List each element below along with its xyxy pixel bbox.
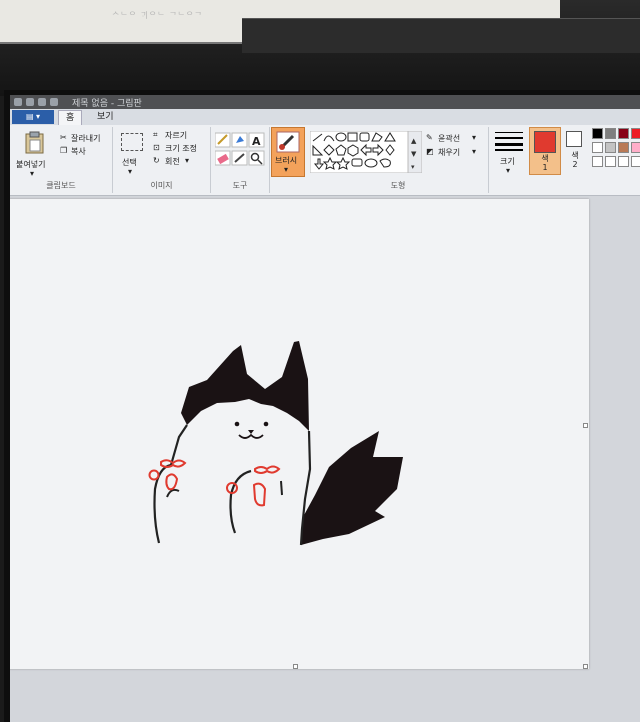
select-dropdown-icon[interactable]: ▾: [128, 167, 132, 176]
resize-handle-bottom[interactable]: [293, 664, 298, 669]
resize-handle-right[interactable]: [583, 423, 588, 428]
palette-swatch[interactable]: [618, 128, 629, 139]
palette-swatch[interactable]: [605, 156, 616, 167]
color2-label: 색 2: [571, 151, 579, 169]
clipboard-group-label: 클립보드: [46, 181, 76, 190]
copy-button[interactable]: 복사: [71, 146, 86, 157]
svg-text:▼: ▼: [411, 150, 417, 158]
background-window-bar: [242, 18, 640, 53]
crop-icon[interactable]: ⌗: [153, 130, 158, 140]
rotate-icon[interactable]: ↻: [153, 156, 160, 165]
line-size-icon: [495, 132, 523, 151]
brushes-button[interactable]: 브러시 ▾: [271, 127, 305, 177]
tools-group: A 도구: [211, 127, 270, 193]
svg-text:▲: ▲: [411, 137, 417, 145]
copy-icon[interactable]: ❐: [60, 146, 67, 155]
palette-swatch[interactable]: [605, 128, 616, 139]
palette-swatch[interactable]: [592, 128, 603, 139]
tools-icons: A: [215, 132, 265, 166]
save-icon[interactable]: [26, 98, 34, 106]
color2-button[interactable]: 색 2: [563, 127, 589, 173]
cat-head-fur: [181, 341, 309, 431]
drawing-canvas[interactable]: [10, 199, 589, 669]
color1-swatch: [534, 131, 556, 153]
cat-right-arm: [229, 469, 252, 534]
palette-swatch[interactable]: [631, 128, 640, 139]
resize-handle-corner[interactable]: [583, 664, 588, 669]
paste-dropdown-icon[interactable]: ▾: [30, 169, 34, 178]
svg-text:A: A: [252, 135, 261, 148]
size-dropdown-icon: ▾: [506, 166, 511, 175]
ribbon: 붙여넣기 ▾ ✂ 잘라내기 ❐ 복사 클립보드 선택 ▾ ⌗ 자르기 ⊡ 크기 …: [10, 125, 640, 196]
cat-nose: [248, 430, 254, 434]
cat-tail: [301, 431, 403, 545]
outline-dropdown-icon[interactable]: ▾: [472, 133, 476, 142]
undo-icon[interactable]: [38, 98, 46, 106]
canvas-area: [10, 196, 640, 722]
fill-button[interactable]: 채우기: [438, 147, 460, 158]
outline-button[interactable]: 윤곽선: [438, 133, 460, 144]
color1-button[interactable]: 색 1: [529, 127, 561, 175]
palette-swatch[interactable]: [618, 156, 629, 167]
brush-icon: [276, 131, 300, 153]
cat-left-paw-line: [166, 488, 180, 498]
file-menu-button[interactable]: ▤ ▾: [12, 110, 54, 124]
rotate-dropdown-icon[interactable]: ▾: [185, 156, 189, 165]
color2-swatch: [566, 131, 582, 147]
cut-button[interactable]: 잘라내기: [71, 133, 100, 144]
title-bar: 제목 없음 - 그림판: [10, 95, 640, 109]
shapes-group-label: 도형: [390, 181, 406, 190]
shapes-group: ▲ ▼ ▾ ✎ 윤곽선 ▾ ◩ 채우기 ▾ 도형: [308, 127, 489, 193]
cat-left-outline: [169, 424, 188, 466]
cat-right-paw-line: [280, 480, 283, 496]
select-icon[interactable]: [121, 133, 143, 151]
window-title: 제목 없음 - 그림판: [72, 98, 142, 109]
palette-swatch[interactable]: [618, 142, 629, 153]
palette-swatch[interactable]: [631, 142, 640, 153]
background-window-text: ᄉᄂᄋ ᄀᆡᄋᄂ ᄀᄂᄋᄀ: [112, 11, 203, 20]
size-button[interactable]: 크기 ▾: [492, 127, 526, 187]
cat-right-eye: [263, 421, 269, 427]
palette-swatch[interactable]: [605, 142, 616, 153]
rotate-button[interactable]: 회전: [165, 156, 180, 167]
shapes-gallery[interactable]: ▲ ▼ ▾: [310, 131, 422, 173]
cat-drawing: [148, 341, 403, 546]
palette-swatch[interactable]: [592, 156, 603, 167]
resize-button[interactable]: 크기 조정: [165, 143, 197, 154]
cut-icon[interactable]: ✂: [60, 133, 67, 142]
tab-home[interactable]: 홈: [58, 110, 83, 126]
paint-window: 제목 없음 - 그림판 ▤ ▾ 홈 보기 붙여넣기 ▾ ✂ 잘라내기 ❐ 복사 …: [10, 95, 640, 722]
fill-shape-icon[interactable]: ◩: [426, 147, 434, 156]
red-paw-marks: [148, 459, 281, 507]
brushes-dropdown-icon: ▾: [284, 165, 289, 174]
color1-label: 색 1: [541, 154, 549, 172]
image-group-label: 이미지: [150, 181, 173, 190]
app-icon: [14, 98, 22, 106]
redo-icon[interactable]: [50, 98, 58, 106]
crop-button[interactable]: 자르기: [165, 130, 187, 141]
resize-icon[interactable]: ⊡: [153, 143, 160, 152]
ribbon-tabs: ▤ ▾ 홈 보기: [10, 109, 640, 126]
image-group: 선택 ▾ ⌗ 자르기 ⊡ 크기 조정 ↻ 회전 ▾ 이미지: [113, 127, 211, 193]
palette-swatch[interactable]: [592, 142, 603, 153]
svg-text:▾: ▾: [411, 163, 415, 171]
cat-left-eye: [234, 421, 240, 427]
palette-swatch[interactable]: [631, 156, 640, 167]
clipboard-group: 붙여넣기 ▾ ✂ 잘라내기 ❐ 복사 클립보드: [10, 127, 113, 193]
color-palette: [592, 128, 640, 174]
fill-dropdown-icon[interactable]: ▾: [472, 147, 476, 156]
tools-group-label: 도구: [232, 181, 248, 190]
paste-icon[interactable]: [24, 131, 46, 155]
cat-mouth: [238, 433, 264, 439]
outline-icon[interactable]: ✎: [426, 133, 433, 142]
tab-view[interactable]: 보기: [90, 110, 121, 125]
